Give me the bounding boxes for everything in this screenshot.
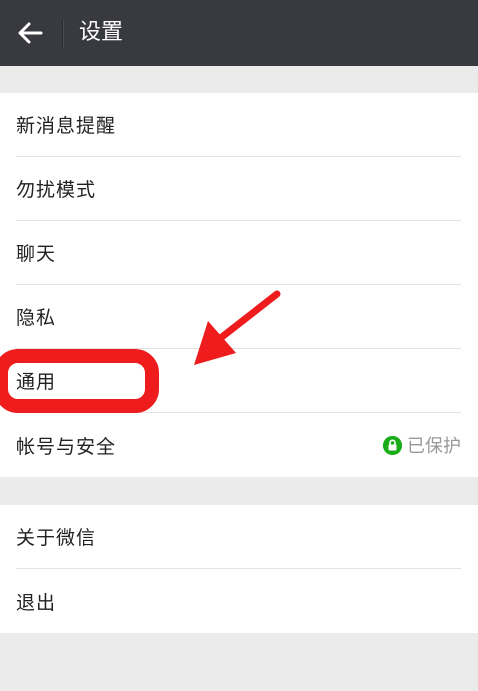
highlight-annotation xyxy=(0,349,159,413)
back-button[interactable] xyxy=(0,0,60,66)
settings-item-label: 退出 xyxy=(16,591,57,614)
page-title: 设置 xyxy=(79,20,124,45)
settings-item-label: 隐私 xyxy=(16,307,57,329)
arrow-left-icon xyxy=(18,22,43,44)
settings-item-new-message-alert[interactable]: 新消息提醒 xyxy=(16,93,461,157)
settings-list-secondary: 关于微信 退出 xyxy=(0,505,478,633)
settings-item-chat[interactable]: 聊天 xyxy=(16,221,461,285)
settings-item-account-security[interactable]: 帐号与安全 已保护 xyxy=(16,413,461,477)
arrow-annotation-icon xyxy=(194,290,281,365)
settings-item-do-not-disturb[interactable]: 勿扰模式 xyxy=(16,157,461,221)
settings-item-logout[interactable]: 退出 xyxy=(16,569,461,633)
status-text: 已保护 xyxy=(407,436,461,457)
settings-item-label: 勿扰模式 xyxy=(16,179,97,201)
settings-item-label: 关于微信 xyxy=(16,527,97,549)
top-bar: 设置 xyxy=(0,0,478,66)
settings-item-about[interactable]: 关于微信 xyxy=(16,505,461,569)
lock-icon xyxy=(383,435,402,455)
protection-status: 已保护 xyxy=(383,413,461,477)
settings-item-label: 新消息提醒 xyxy=(16,115,117,137)
settings-item-label: 帐号与安全 xyxy=(16,435,117,458)
header-divider xyxy=(62,19,64,49)
settings-item-label: 聊天 xyxy=(16,243,57,265)
